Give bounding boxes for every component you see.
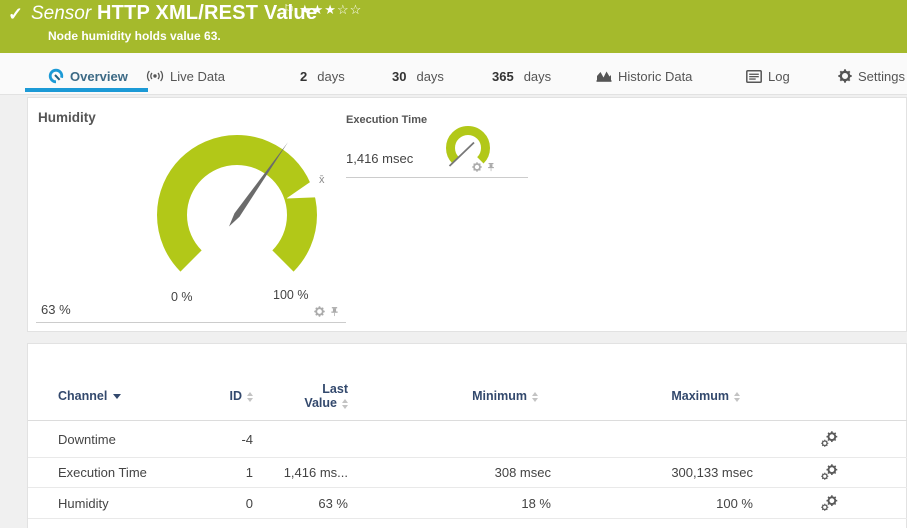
column-header-last-value[interactable]: Last Value <box>253 382 348 410</box>
column-header-last-label: Last <box>253 382 348 396</box>
tab-overview-label: Overview <box>70 69 128 84</box>
gear-icon[interactable] <box>472 162 482 172</box>
broadcast-icon <box>146 69 164 83</box>
sort-caret-down-icon <box>113 394 121 399</box>
column-header-maximum-label: Maximum <box>671 389 729 403</box>
priority-flag-icon[interactable]: ⚐ <box>283 2 295 18</box>
humidity-panel-divider <box>36 322 346 323</box>
mean-marker-label: x̄ <box>319 174 325 186</box>
column-header-maximum[interactable]: Maximum <box>551 389 753 403</box>
tab-log[interactable]: Log <box>746 66 790 86</box>
column-header-minimum[interactable]: Minimum <box>348 389 551 403</box>
humidity-panel-controls <box>314 306 340 317</box>
humidity-current-value: 63 % <box>41 302 71 317</box>
list-icon <box>746 70 762 83</box>
tab-settings[interactable]: Settings <box>838 66 905 86</box>
execution-panel-divider <box>346 177 528 178</box>
tab-2-days-label: days <box>317 69 344 84</box>
tab-historic-data[interactable]: Historic Data <box>596 66 692 86</box>
table-row-humidity: Humidity 0 63 % 18 % 100 % <box>28 488 907 519</box>
priority-stars[interactable]: ★★★☆☆ <box>299 2 362 18</box>
prtg-sensor-page: ✓ Sensor HTTP XML/REST Value ⚐ ★★★☆☆ Nod… <box>0 0 907 528</box>
channel-minimum: 18 % <box>348 496 551 511</box>
column-header-channel[interactable]: Channel <box>58 389 213 403</box>
tab-365-days-label: days <box>524 69 551 84</box>
tab-2-days-number: 2 <box>300 69 307 84</box>
tab-30-days-number: 30 <box>392 69 406 84</box>
pin-icon[interactable] <box>329 306 340 317</box>
gear-icon[interactable] <box>314 306 325 317</box>
active-tab-underline <box>25 88 148 92</box>
execution-time-current-value: 1,416 msec <box>346 151 413 166</box>
column-header-channel-label: Channel <box>58 389 107 403</box>
sensor-status-message: Node humidity holds value 63. <box>48 29 221 43</box>
execution-time-gauge-title: Execution Time <box>346 114 427 126</box>
tab-30-days[interactable]: 30 days <box>392 66 444 86</box>
tab-strip: Overview Live Data 2 days 30 days 365 da… <box>0 53 907 95</box>
channel-minimum: 308 msec <box>348 465 551 480</box>
channels-table-panel: Channel ID Last Value Minimum Maximum Do… <box>27 343 907 528</box>
channel-last-value: 63 % <box>253 496 348 511</box>
column-header-minimum-label: Minimum <box>472 389 527 403</box>
channel-id: -4 <box>213 432 253 447</box>
pin-icon[interactable] <box>486 162 496 172</box>
stars-empty[interactable]: ☆☆ <box>337 2 362 17</box>
area-chart-icon <box>596 69 612 83</box>
channel-settings-icon[interactable] <box>821 431 838 448</box>
tab-365-days-number: 365 <box>492 69 514 84</box>
tab-2-days[interactable]: 2 days <box>300 66 345 86</box>
column-header-value-label: Value <box>304 396 337 410</box>
sensor-titlebar: ✓ Sensor HTTP XML/REST Value ⚐ ★★★☆☆ Nod… <box>0 0 907 53</box>
tab-settings-label: Settings <box>858 69 905 84</box>
gear-icon <box>838 69 852 83</box>
table-row-execution-time: Execution Time 1 1,416 ms... 308 msec 30… <box>28 458 907 488</box>
channel-name: Downtime <box>58 432 213 447</box>
sort-arrows-icon <box>532 392 538 402</box>
channel-settings-icon[interactable] <box>821 464 838 481</box>
stars-filled[interactable]: ★★★ <box>299 2 337 17</box>
tab-365-days[interactable]: 365 days <box>492 66 551 86</box>
execution-panel-controls <box>472 162 496 172</box>
tab-historic-data-label: Historic Data <box>618 69 692 84</box>
sort-arrows-icon <box>734 392 740 402</box>
column-header-id-label: ID <box>230 389 243 403</box>
table-row-downtime: Downtime -4 <box>28 421 907 458</box>
tab-live-data[interactable]: Live Data <box>146 66 225 86</box>
gauge-scale-min: 0 % <box>171 290 193 304</box>
overview-gauges-panel: Humidity x̄ 0 % 100 % 63 % Execution Tim… <box>27 97 907 332</box>
humidity-gauge-title: Humidity <box>38 110 96 125</box>
channel-maximum: 100 % <box>551 496 753 511</box>
table-body: Downtime -4 Execution Time 1 1,416 ms...… <box>28 421 907 519</box>
status-ok-check-icon: ✓ <box>8 4 23 25</box>
gauge-scale-max: 100 % <box>273 288 308 302</box>
channel-settings-icon[interactable] <box>821 495 838 512</box>
object-kind-label: Sensor <box>31 3 91 25</box>
channel-name: Execution Time <box>58 465 213 480</box>
tab-overview[interactable]: Overview <box>48 66 128 86</box>
tab-30-days-label: days <box>416 69 443 84</box>
channel-id: 1 <box>213 465 253 480</box>
channel-maximum: 300,133 msec <box>551 465 753 480</box>
channel-last-value: 1,416 ms... <box>253 465 348 480</box>
tab-log-label: Log <box>768 69 790 84</box>
column-header-id[interactable]: ID <box>213 389 253 403</box>
channel-id: 0 <box>213 496 253 511</box>
gauge-icon <box>48 68 64 84</box>
channel-name: Humidity <box>58 496 213 511</box>
humidity-gauge <box>142 120 332 300</box>
tab-live-data-label: Live Data <box>170 69 225 84</box>
table-header-row: Channel ID Last Value Minimum Maximum <box>28 372 907 421</box>
